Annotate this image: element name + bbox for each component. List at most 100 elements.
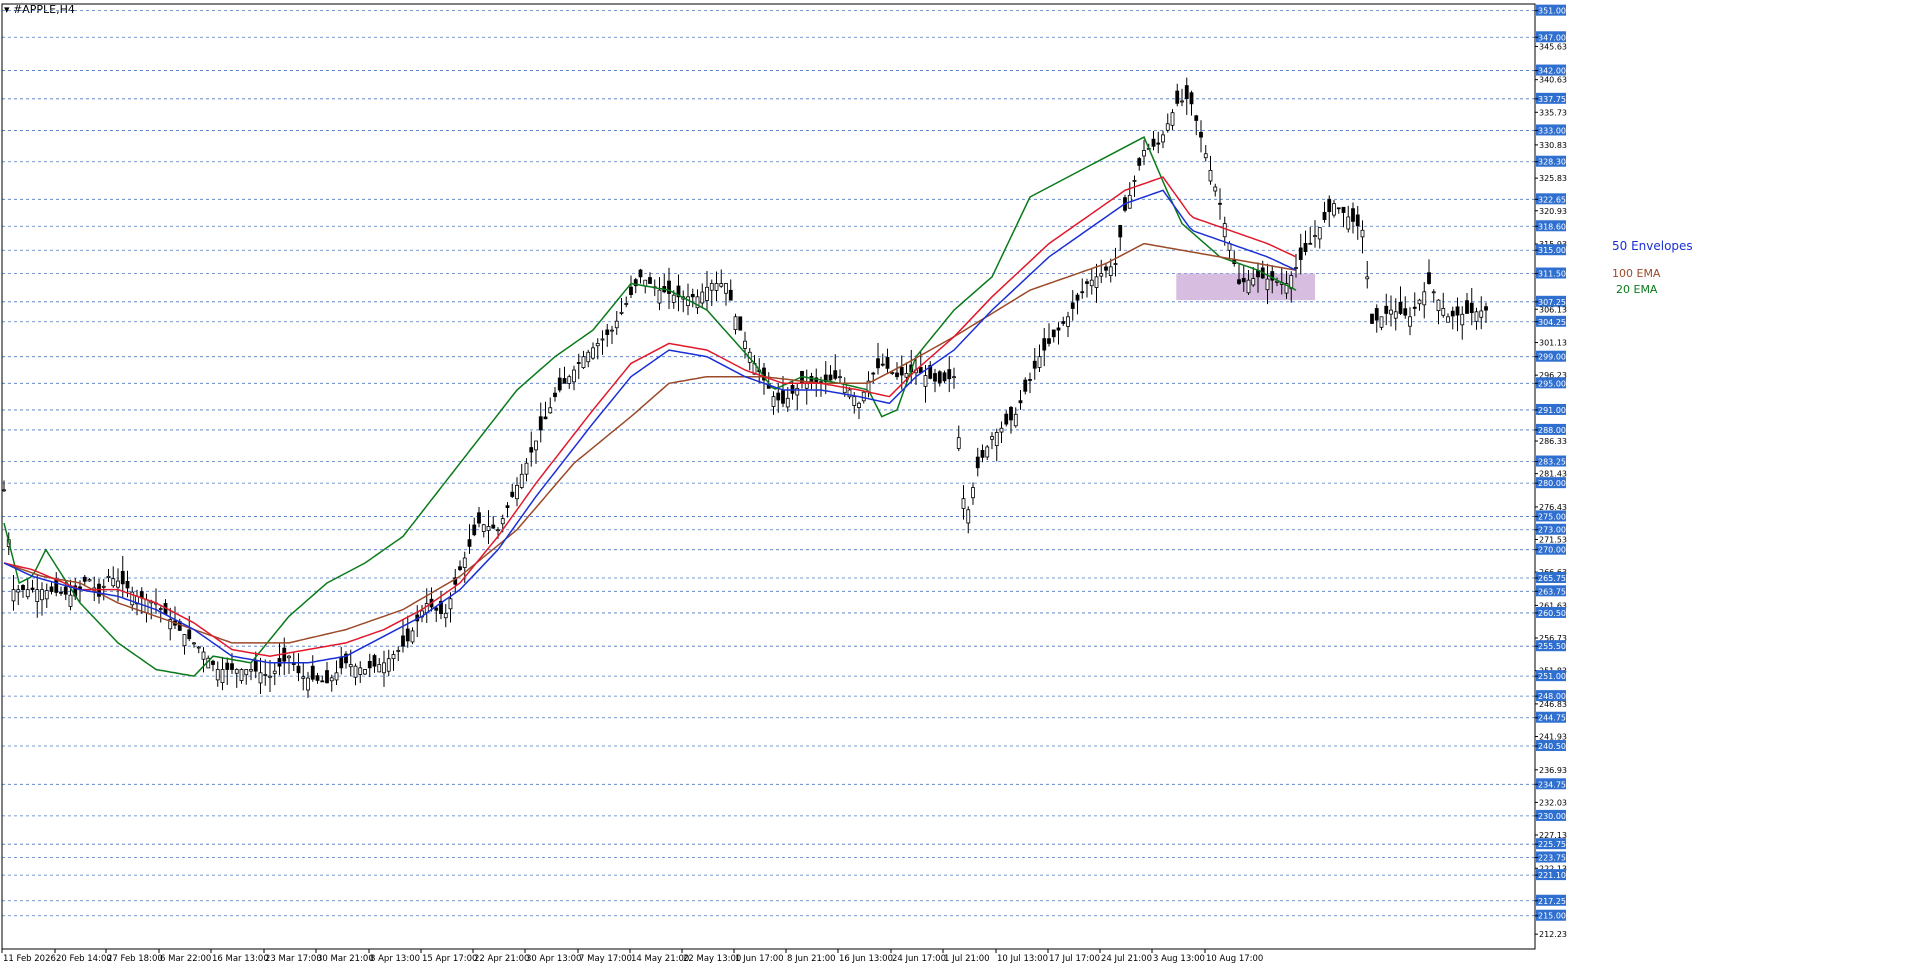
x-tick-label: 14 May 21:00 (631, 954, 689, 963)
candle-body (1156, 142, 1161, 145)
candle-body (899, 366, 904, 376)
candle-body (40, 589, 44, 601)
candle-body (1422, 291, 1427, 306)
ema20-label: 20 EMA (1616, 283, 1658, 296)
candle-body (1042, 338, 1047, 351)
candle-body (30, 587, 35, 591)
candle-body (952, 376, 956, 379)
candle-body (405, 628, 410, 642)
candle-body (1460, 313, 1465, 326)
candle-body (1479, 310, 1484, 318)
x-tick-label: 17 Jul 17:00 (1049, 954, 1100, 963)
candle-body (505, 505, 510, 508)
x-axis-ticks: 11 Feb 2026 20 Feb 14:0027 Feb 18:006 Mar… (1, 949, 1263, 963)
price-tag-label: 275.00 (1538, 512, 1566, 521)
candle-body (477, 512, 481, 524)
price-tag-label: 347.00 (1538, 33, 1566, 42)
candle-body (234, 669, 239, 674)
candle-body (562, 378, 567, 384)
candle-body (714, 283, 719, 291)
candle-body (1379, 316, 1384, 328)
candle-body (220, 669, 225, 683)
x-tick-label: 27 Feb 18:00 (107, 954, 163, 963)
candle-body (1298, 247, 1303, 260)
price-tag-label: 304.25 (1538, 318, 1566, 327)
candle-body (1341, 206, 1346, 213)
candle-body (985, 446, 990, 458)
candle-body (101, 585, 106, 588)
candle-body (519, 473, 524, 488)
candle-body (239, 669, 244, 681)
y-tick-label: 325.83 (1539, 174, 1567, 183)
candle-body (1061, 321, 1066, 324)
candle-body (572, 369, 576, 383)
price-tag-label: 283.25 (1538, 458, 1566, 467)
candle-body (923, 375, 928, 387)
candle-body (548, 407, 553, 414)
candle-body (1370, 313, 1374, 324)
candle-body (1351, 208, 1355, 222)
candle-body (1412, 306, 1417, 309)
candle-body (705, 286, 709, 301)
candle-body (1047, 338, 1051, 344)
candle-body (942, 372, 947, 382)
candle-body (44, 590, 49, 600)
price-tag-label: 221.10 (1538, 871, 1566, 880)
candle-body (890, 372, 895, 374)
x-tick-label: 3 Aug 13:00 (1153, 954, 1205, 963)
price-chart[interactable]: 50 Envelopes 100 EMA 20 EMA 351.00 347.00… (0, 0, 1916, 963)
candle-body (515, 484, 519, 500)
candle-body (49, 586, 54, 592)
candle-body (600, 338, 605, 341)
candle-body (738, 316, 743, 331)
price-tag-label: 342.00 (1538, 67, 1566, 76)
candle-body (325, 670, 329, 684)
x-tick-label: 6 Mar 22:00 (160, 954, 211, 963)
candle-body (709, 283, 714, 291)
candle-body (1393, 311, 1398, 319)
candle-body (201, 651, 206, 660)
y-tick-label: 345.63 (1539, 42, 1567, 51)
candles (2, 77, 1488, 698)
x-tick-label: 10 Aug 17:00 (1206, 954, 1263, 963)
candle-body (1175, 90, 1180, 104)
candle-body (1189, 92, 1194, 105)
candle-body (230, 663, 234, 670)
ema100-label: 100 EMA (1612, 267, 1661, 280)
candle-body (1327, 198, 1332, 213)
candle-body (296, 665, 301, 674)
candle-body (1474, 311, 1479, 322)
price-tag-label: 273.00 (1538, 526, 1566, 535)
candle-body (253, 659, 258, 672)
candle-body (1313, 235, 1317, 238)
candle-body (315, 675, 320, 681)
candle-body (690, 294, 695, 298)
candle-body (1023, 379, 1028, 392)
candle-body (348, 664, 353, 668)
candle-body (804, 382, 809, 389)
candle-body (363, 669, 367, 675)
x-tick-label: 22 May 13:00 (683, 954, 741, 963)
price-tag-label: 230.00 (1538, 812, 1566, 821)
candle-body (1360, 229, 1365, 238)
x-tick-label: 15 Apr 17:00 (422, 954, 477, 963)
candle-body (724, 283, 728, 294)
candle-body (1070, 302, 1075, 309)
candle-body (1417, 299, 1422, 305)
candle-body (11, 589, 16, 602)
candle-body (1365, 276, 1370, 280)
y-tick-label: 340.63 (1539, 76, 1567, 85)
price-tag-label: 270.00 (1538, 546, 1566, 555)
y-tick-label: 212.23 (1539, 930, 1567, 939)
y-tick-label: 246.83 (1539, 700, 1567, 709)
candle-body (857, 402, 861, 408)
candle-body (1013, 413, 1018, 427)
candle-body (980, 449, 985, 458)
price-tag-label: 260.50 (1538, 609, 1566, 618)
candle-body (120, 570, 125, 585)
candle-body (1009, 406, 1013, 421)
candle-body (1104, 266, 1108, 271)
candle-body (386, 658, 391, 672)
candle-body (1037, 356, 1042, 368)
candle-body (272, 670, 277, 674)
